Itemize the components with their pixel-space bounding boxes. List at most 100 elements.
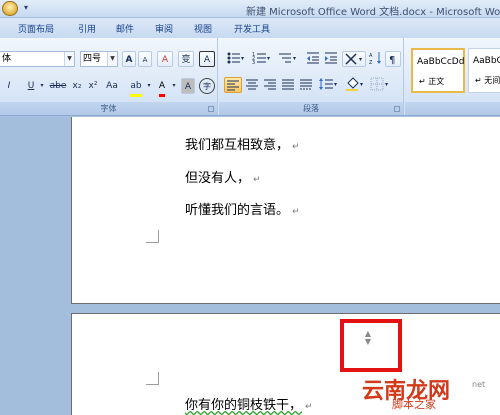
align-right-button[interactable] — [262, 77, 278, 93]
font-color-button[interactable]: A — [156, 78, 168, 97]
svg-text:¶: ¶ — [389, 55, 395, 66]
shrink-font-button[interactable]: A — [138, 51, 152, 67]
line-spacing-button[interactable]: ▾ — [318, 77, 340, 93]
align-left-icon — [227, 80, 239, 91]
style-name: ↵ 无间 — [475, 76, 500, 85]
font-size-dropdown-icon[interactable]: ▼ — [107, 52, 117, 66]
doc-line[interactable]: 但没有人， ↵ — [185, 167, 261, 186]
numbering-icon: 123▾ — [252, 52, 270, 66]
highlight-dropdown-icon[interactable]: ▾ — [145, 78, 153, 94]
numbering-button[interactable]: 1 2 3 ▾ — [251, 51, 273, 67]
align-center-button[interactable] — [244, 77, 260, 93]
style-name: ↵ 正文 — [419, 77, 445, 86]
quick-access-toolbar: ▾ — [0, 1, 34, 16]
paint-bucket-icon: ▾ — [346, 77, 363, 91]
clear-formatting-button[interactable]: A — [157, 51, 173, 67]
style-card-no-spacing[interactable]: AaBbCc ↵ 无间 — [468, 48, 500, 93]
bullets-button[interactable]: ▾ — [225, 51, 247, 67]
style-sample: AaBbCcDd — [417, 57, 465, 67]
doc-line[interactable]: 你有你的铜枝铁干， ↵ — [185, 394, 313, 413]
style-sample: AaBbCc — [473, 56, 500, 66]
tab-references[interactable]: 引用 — [78, 22, 96, 35]
svg-text:A: A — [369, 53, 373, 59]
paragraph-group: ▾ 1 2 3 ▾ ▾ ▾ AZ ¶ ▾ ▾ ▾ 段落 — [219, 38, 404, 115]
svg-text:▾: ▾ — [267, 55, 270, 62]
doc-line[interactable]: 我们都互相致意， ↵ — [185, 134, 300, 153]
character-shading-button[interactable]: A — [181, 78, 195, 94]
svg-text:▾: ▾ — [359, 56, 362, 63]
align-center-icon — [246, 79, 258, 90]
justify-button[interactable] — [280, 77, 296, 93]
paragraph-mark-icon: ¶ — [389, 55, 395, 66]
font-name-dropdown-icon[interactable]: ▼ — [64, 52, 74, 66]
tab-review[interactable]: 审阅 — [155, 22, 173, 35]
phonetic-guide-button[interactable]: 变 — [178, 51, 194, 67]
justify-icon — [282, 79, 294, 90]
tab-developer[interactable]: 开发工具 — [234, 22, 270, 35]
font-group: 体 ▼ 四号 ▼ A A A 变 A I U ▾ abe x₂ x² Aa ab… — [0, 38, 218, 115]
font-name-combo[interactable]: 体 ▼ — [0, 51, 75, 67]
strikethrough-label: abe — [49, 81, 67, 91]
enclose-characters-button[interactable]: 字 — [199, 78, 215, 94]
decrease-indent-button[interactable] — [305, 51, 321, 67]
decrease-indent-icon — [307, 52, 319, 64]
borders-button[interactable]: ▾ — [369, 77, 391, 93]
tab-view[interactable]: 视图 — [194, 22, 212, 35]
italic-button[interactable]: I — [4, 78, 14, 94]
borders-icon: ▾ — [370, 77, 388, 91]
svg-text:▾: ▾ — [334, 81, 337, 88]
multilevel-list-button[interactable]: ▾ — [277, 51, 299, 67]
font-group-label: 字体 — [0, 102, 217, 115]
font-size-value: 四号 — [83, 54, 102, 64]
watermark-url: net — [472, 380, 486, 389]
office-button[interactable] — [2, 1, 18, 16]
font-size-combo[interactable]: 四号 ▼ — [80, 51, 118, 67]
title-bar: ▾ 新建 Microsoft Office Word 文档.docx - Mic… — [0, 0, 500, 18]
strikethrough-button[interactable]: abe — [49, 78, 67, 94]
svg-text:▾: ▾ — [293, 55, 296, 62]
distributed-button[interactable] — [298, 77, 314, 93]
sort-icon: AZ — [369, 52, 381, 66]
superscript-button[interactable]: x² — [86, 78, 100, 94]
distributed-icon — [300, 79, 312, 90]
margin-corner-mark — [146, 230, 159, 243]
doc-line[interactable]: 听懂我们的言语。 ↵ — [185, 199, 300, 218]
ribbon: 体 ▼ 四号 ▼ A A A 变 A I U ▾ abe x₂ x² Aa ab… — [0, 38, 500, 116]
sort-button[interactable]: AZ — [369, 51, 383, 67]
text-highlight-button[interactable]: ab — [129, 78, 143, 97]
svg-text:▾: ▾ — [360, 81, 363, 88]
margin-corner-mark — [146, 372, 159, 385]
underline-button[interactable]: U — [26, 78, 36, 94]
styles-group-label — [405, 102, 500, 115]
svg-text:▾: ▾ — [241, 55, 244, 62]
highlight-label: ab — [130, 78, 142, 97]
svg-text:▾: ▾ — [385, 81, 388, 88]
paragraph-dialog-launcher-icon[interactable] — [394, 106, 400, 112]
increase-indent-icon — [325, 52, 337, 64]
shading-button[interactable]: ▾ — [344, 77, 366, 93]
align-right-icon — [264, 79, 276, 90]
character-border-button[interactable]: A — [199, 51, 215, 67]
increase-indent-button[interactable] — [323, 51, 339, 67]
styles-group: AaBbCcDd ↵ 正文 AaBbCc ↵ 无间 — [405, 38, 500, 115]
underline-dropdown-icon[interactable]: ▾ — [38, 78, 46, 94]
grow-font-button[interactable]: A — [122, 51, 136, 67]
chinese-layout-button[interactable]: ▾ — [342, 51, 366, 67]
font-dialog-launcher-icon[interactable] — [208, 106, 214, 112]
font-name-value: 体 — [2, 54, 12, 64]
font-color-label: A — [158, 78, 166, 97]
subscript-button[interactable]: x₂ — [70, 78, 84, 94]
font-color-dropdown-icon[interactable]: ▾ — [170, 78, 178, 94]
align-left-button[interactable] — [224, 77, 242, 93]
svg-text:Z: Z — [369, 60, 373, 65]
tab-page-layout[interactable]: 页面布局 — [18, 22, 54, 35]
svg-text:3: 3 — [252, 60, 255, 65]
line-spacing-icon: ▾ — [319, 78, 337, 90]
window-title: 新建 Microsoft Office Word 文档.docx - Micro… — [246, 7, 500, 18]
change-case-button[interactable]: Aa — [103, 78, 121, 94]
show-hide-marks-button[interactable]: ¶ — [385, 51, 401, 67]
hide-whitespace-cursor-icon: ▲ ▼ — [364, 329, 372, 346]
tab-mailings[interactable]: 邮件 — [116, 22, 134, 35]
style-card-normal[interactable]: AaBbCcDd ↵ 正文 — [411, 48, 465, 93]
customize-qat-dropdown-icon[interactable]: ▾ — [24, 3, 28, 12]
